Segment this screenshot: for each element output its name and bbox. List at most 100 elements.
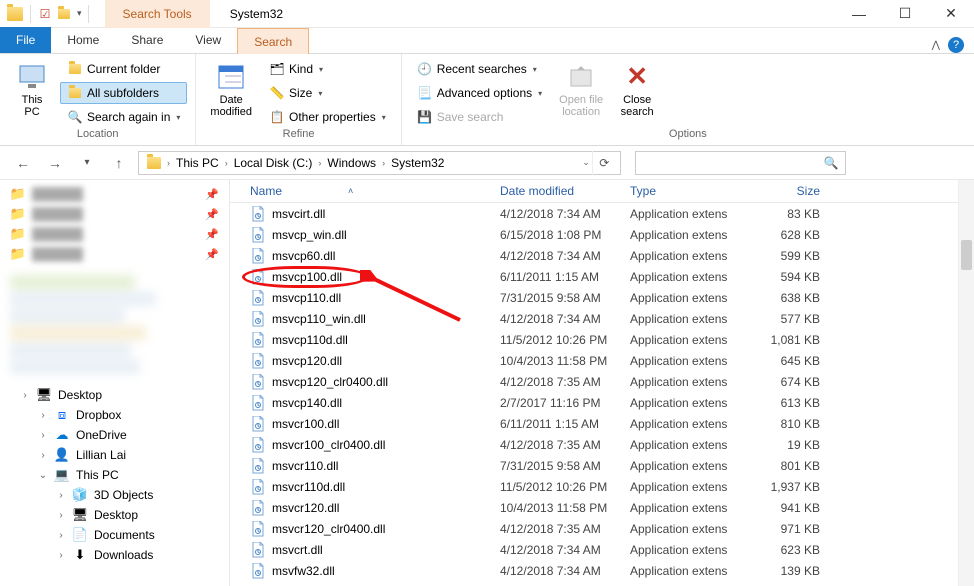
kind-button[interactable]: 🗂Kind▾ <box>262 58 393 80</box>
ribbon-tabs: File Home Share View Search ⋀ ? <box>0 28 974 54</box>
file-row[interactable]: msvcirt.dll4/12/2018 7:34 AMApplication … <box>230 203 974 224</box>
navigation-pane[interactable]: 📁██████📌 📁██████📌 📁██████📌 📁██████📌 ›🖥De… <box>0 180 230 586</box>
file-name: msvcr100_clr0400.dll <box>272 438 385 452</box>
tree-user[interactable]: ›👤Lillian Lai <box>0 445 229 465</box>
all-subfolders-button[interactable]: All subfolders <box>60 82 187 104</box>
tree-dropbox[interactable]: ›⧈Dropbox <box>0 405 229 425</box>
file-row[interactable]: msvcp110.dll7/31/2015 9:58 AMApplication… <box>230 287 974 308</box>
file-row[interactable]: msvcp120.dll10/4/2013 11:58 PMApplicatio… <box>230 350 974 371</box>
back-button[interactable]: ← <box>10 150 36 176</box>
close-button[interactable]: ✕ <box>928 0 974 28</box>
search-box[interactable]: 🔍 <box>635 151 846 175</box>
file-row[interactable]: msvcp60.dll4/12/2018 7:34 AMApplication … <box>230 245 974 266</box>
file-row[interactable]: msvcr120_clr0400.dll4/12/2018 7:35 AMApp… <box>230 518 974 539</box>
up-button[interactable]: ↑ <box>106 150 132 176</box>
folder-icon <box>67 61 83 77</box>
breadcrumb-seg[interactable]: System32 <box>387 156 448 170</box>
tree-downloads[interactable]: ›⬇Downloads <box>0 545 229 565</box>
tree-desktop[interactable]: ›🖥Desktop <box>0 385 229 405</box>
column-header-type[interactable]: Type <box>630 184 750 198</box>
breadcrumb-dropdown-icon[interactable]: ⌄ <box>582 157 590 168</box>
this-pc-button[interactable]: This PC <box>8 58 56 120</box>
file-row[interactable]: msvcp120_clr0400.dll4/12/2018 7:35 AMApp… <box>230 371 974 392</box>
recent-searches-button[interactable]: 🕘Recent searches▾ <box>410 58 549 80</box>
save-icon: 💾 <box>417 109 433 125</box>
maximize-button[interactable]: ☐ <box>882 0 928 28</box>
qat-dropdown-icon[interactable]: ▾ <box>77 8 82 19</box>
search-again-button[interactable]: 🔍Search again in▾ <box>60 106 187 128</box>
user-icon: 👤 <box>54 447 70 463</box>
clock-icon: 🕘 <box>417 61 433 77</box>
file-size: 1,937 KB <box>750 480 830 494</box>
tab-share[interactable]: Share <box>115 27 179 53</box>
column-header-name[interactable]: Name˄ <box>250 184 500 198</box>
quick-access-item[interactable]: 📁██████📌 <box>0 224 229 244</box>
tree-thispc[interactable]: ⌄💻This PC <box>0 465 229 485</box>
close-search-button[interactable]: ✕ Close search <box>613 58 661 120</box>
recent-locations-dropdown[interactable]: ▾ <box>74 150 100 176</box>
help-icon[interactable]: ? <box>948 37 964 53</box>
tree-documents[interactable]: ›📄Documents <box>0 525 229 545</box>
current-folder-button[interactable]: Current folder <box>60 58 187 80</box>
size-button[interactable]: 📏Size▾ <box>262 82 393 104</box>
tree-onedrive[interactable]: ›☁OneDrive <box>0 425 229 445</box>
tree-desktop2[interactable]: ›🖥Desktop <box>0 505 229 525</box>
file-name: msvcp140.dll <box>272 396 342 410</box>
refresh-button[interactable]: ⟳ <box>592 151 616 175</box>
dll-file-icon <box>250 395 266 411</box>
breadcrumb[interactable]: › This PC› Local Disk (C:)› Windows› Sys… <box>138 151 621 175</box>
tree-3dobjects[interactable]: ›🧊3D Objects <box>0 485 229 505</box>
open-file-location-button[interactable]: Open file location <box>553 58 609 120</box>
file-row[interactable]: msvcp140.dll2/7/2017 11:16 PMApplication… <box>230 392 974 413</box>
column-header-date[interactable]: Date modified <box>500 184 630 198</box>
file-row[interactable]: msvcp110d.dll11/5/2012 10:26 PMApplicati… <box>230 329 974 350</box>
other-properties-button[interactable]: 📋Other properties▾ <box>262 106 393 128</box>
minimize-button[interactable]: — <box>836 0 882 28</box>
column-header-size[interactable]: Size <box>750 184 830 198</box>
file-size: 613 KB <box>750 396 830 410</box>
search-input[interactable] <box>642 156 824 170</box>
forward-button[interactable]: → <box>42 150 68 176</box>
file-row[interactable]: msvfw32.dll4/12/2018 7:34 AMApplication … <box>230 560 974 581</box>
file-row[interactable]: msvcr120.dll10/4/2013 11:58 PMApplicatio… <box>230 497 974 518</box>
file-rows[interactable]: msvcirt.dll4/12/2018 7:34 AMApplication … <box>230 203 974 586</box>
file-name: msvcp110d.dll <box>272 333 348 347</box>
properties-icon[interactable]: ☑ <box>37 6 53 22</box>
date-modified-button[interactable]: Date modified <box>204 58 258 120</box>
breadcrumb-seg[interactable]: Local Disk (C:) <box>230 156 317 170</box>
file-type: Application extens <box>630 543 750 557</box>
file-size: 139 KB <box>750 564 830 578</box>
objects3d-icon: 🧊 <box>72 487 88 503</box>
file-row[interactable]: msvcp100.dll6/11/2011 1:15 AMApplication… <box>230 266 974 287</box>
quick-access-item[interactable]: 📁██████📌 <box>0 244 229 264</box>
breadcrumb-seg[interactable]: This PC <box>172 156 223 170</box>
file-row[interactable]: msvcp_win.dll6/15/2018 1:08 PMApplicatio… <box>230 224 974 245</box>
file-row[interactable]: msvcrt.dll4/12/2018 7:34 AMApplication e… <box>230 539 974 560</box>
breadcrumb-seg[interactable]: Windows <box>323 156 380 170</box>
file-name: msvcp60.dll <box>272 249 335 263</box>
scrollbar[interactable] <box>958 180 974 586</box>
file-type: Application extens <box>630 564 750 578</box>
quick-access-item[interactable]: 📁██████📌 <box>0 184 229 204</box>
file-row[interactable]: msvcp110_win.dll4/12/2018 7:34 AMApplica… <box>230 308 974 329</box>
file-name: msvcp110_win.dll <box>272 312 366 326</box>
save-search-button[interactable]: 💾Save search <box>410 106 549 128</box>
folder-icon-small[interactable] <box>55 5 73 23</box>
file-row[interactable]: msvcr110.dll7/31/2015 9:58 AMApplication… <box>230 455 974 476</box>
quick-access-item[interactable]: 📁██████📌 <box>0 204 229 224</box>
scrollbar-thumb[interactable] <box>961 240 972 270</box>
tab-view[interactable]: View <box>179 27 237 53</box>
file-name: msvcr120_clr0400.dll <box>272 522 385 536</box>
search-icon[interactable]: 🔍 <box>824 156 839 170</box>
tab-file[interactable]: File <box>0 27 51 53</box>
advanced-options-button[interactable]: 📃Advanced options▾ <box>410 82 549 104</box>
dll-file-icon <box>250 542 266 558</box>
file-row[interactable]: msvcr100_clr0400.dll4/12/2018 7:35 AMApp… <box>230 434 974 455</box>
tab-search[interactable]: Search <box>237 28 309 54</box>
file-row[interactable]: msvcr100.dll6/11/2011 1:15 AMApplication… <box>230 413 974 434</box>
dll-file-icon <box>250 437 266 453</box>
file-row[interactable]: msvcr110d.dll11/5/2012 10:26 PMApplicati… <box>230 476 974 497</box>
tab-home[interactable]: Home <box>51 27 115 53</box>
file-type: Application extens <box>630 375 750 389</box>
collapse-ribbon-icon[interactable]: ⋀ <box>932 40 940 51</box>
